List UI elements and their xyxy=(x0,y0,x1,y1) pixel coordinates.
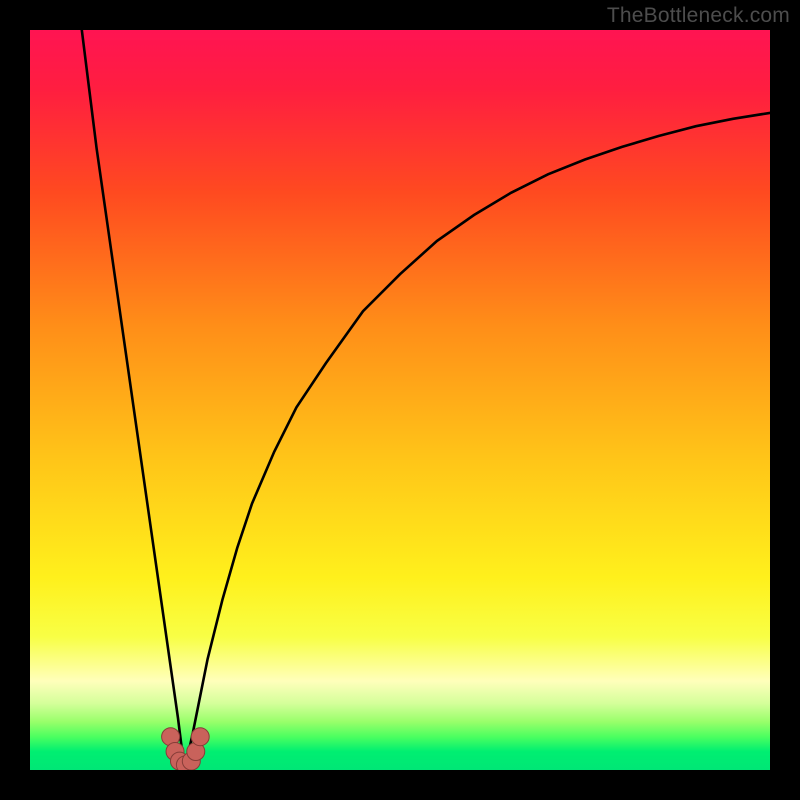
outer-frame: TheBottleneck.com xyxy=(0,0,800,800)
gradient-background xyxy=(30,30,770,770)
bottleneck-chart xyxy=(30,30,770,770)
watermark-text: TheBottleneck.com xyxy=(607,4,790,28)
marker-dot xyxy=(191,728,209,746)
